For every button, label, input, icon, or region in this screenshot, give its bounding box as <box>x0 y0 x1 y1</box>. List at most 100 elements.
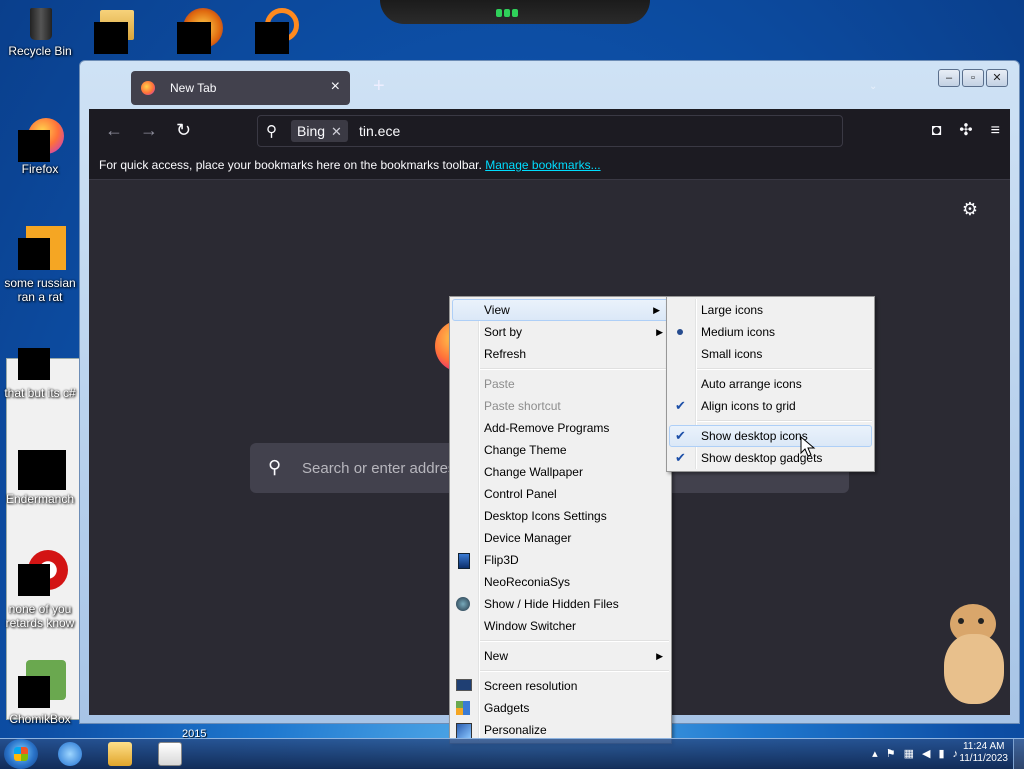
submenu-item-show-desktop-gadgets[interactable]: ✔ Show desktop gadgets <box>667 447 874 469</box>
desktop-icon-some-russian-ran-a-rat[interactable]: some russian ran a rat <box>0 226 80 304</box>
tab-new-tab[interactable]: New Tab × <box>131 71 350 105</box>
toolbar-icons: ◘ ✣ ≡ <box>914 120 1000 140</box>
list-tabs-chevron-icon[interactable]: ⌄ <box>869 81 877 92</box>
menu-item-label: Device Manager <box>484 531 572 545</box>
folder-icon <box>94 8 134 54</box>
menu-item-change-wallpaper[interactable]: Change Wallpaper <box>450 461 671 483</box>
volume-icon[interactable]: ♪ <box>953 748 959 760</box>
internet-explorer-icon[interactable] <box>58 742 82 766</box>
desktop-icon-label: that but its c# <box>4 386 76 400</box>
search-engine-chip[interactable]: Bing ✕ <box>291 120 348 142</box>
menu-item-control-panel[interactable]: Control Panel <box>450 483 671 505</box>
menu-icon[interactable]: ≡ <box>991 122 1000 139</box>
menu-item-label: Flip3D <box>484 553 519 567</box>
menu-item-device-manager[interactable]: Device Manager <box>450 527 671 549</box>
menu-item-label: Change Wallpaper <box>484 465 583 479</box>
menu-item-add-remove-programs[interactable]: Add-Remove Programs <box>450 417 671 439</box>
menu-item-label: Add-Remove Programs <box>484 421 610 435</box>
submenu-item-medium-icons[interactable]: Medium icons <box>667 321 874 343</box>
submenu-item-auto-arrange[interactable]: Auto arrange icons <box>667 373 874 395</box>
personalize-icon <box>456 723 472 739</box>
menu-item-label: Auto arrange icons <box>701 377 802 391</box>
manage-bookmarks-link[interactable]: Manage bookmarks... <box>485 158 600 172</box>
tab-close-icon[interactable]: × <box>331 78 340 96</box>
start-button[interactable] <box>4 739 38 769</box>
submenu-arrow-icon: ▶ <box>656 651 663 661</box>
nav-toolbar: ← → ↻ ⚲ Bing ✕ tin.ece ◘ ✣ ≡ <box>89 109 1010 151</box>
pocket-icon[interactable]: ◘ <box>932 122 942 139</box>
flag-icon[interactable]: ⚑ <box>886 748 896 760</box>
desktop-icon-that-but-its-csharp[interactable]: that but its c# <box>0 342 80 400</box>
menu-item-screen-resolution[interactable]: Screen resolution <box>450 675 671 697</box>
network-icon[interactable]: ▦ <box>904 748 914 760</box>
submenu-item-small-icons[interactable]: Small icons <box>667 343 874 365</box>
menu-item-sort-by[interactable]: Sort by ▶ <box>450 321 671 343</box>
view-submenu: Large icons Medium icons Small icons Aut… <box>666 296 875 472</box>
tray-overflow-icon[interactable]: ▴ <box>872 748 878 760</box>
back-arrow-icon[interactable]: ← <box>105 120 123 141</box>
gear-icon[interactable]: ⚙ <box>962 199 978 220</box>
bookmarks-message-text: For quick access, place your bookmarks h… <box>99 158 482 172</box>
menu-item-gadgets[interactable]: Gadgets <box>450 697 671 719</box>
menu-item-view[interactable]: View ▶ <box>452 299 669 321</box>
menu-item-label: Refresh <box>484 347 527 361</box>
menu-item-label: Medium icons <box>701 325 776 339</box>
recycle-bin-icon <box>22 6 58 42</box>
file-explorer-icon[interactable] <box>108 742 132 766</box>
desktop-icon-recycle-bin[interactable]: Recycle Bin <box>0 6 80 58</box>
search-engine-label: Bing <box>297 123 326 139</box>
clock[interactable]: 11:24 AM 11/11/2023 <box>959 741 1008 765</box>
desktop-icon-firefox[interactable]: Firefox <box>0 118 80 176</box>
menu-item-label: Paste <box>484 377 515 391</box>
desktop-icon-label: Endermanch <box>5 492 75 506</box>
forward-arrow-icon[interactable]: → <box>140 120 158 141</box>
extensions-icon[interactable]: ✣ <box>959 122 972 139</box>
desktop-icon-label: Recycle Bin <box>8 44 72 58</box>
submenu-item-align-to-grid[interactable]: ✔ Align icons to grid <box>667 395 874 417</box>
minimize-button[interactable]: – <box>938 69 960 87</box>
remove-engine-icon[interactable]: ✕ <box>331 124 342 139</box>
desktop-icon-folder[interactable] <box>92 8 134 54</box>
maximize-button[interactable]: ▫ <box>962 69 984 87</box>
bookmarks-toolbar: For quick access, place your bookmarks h… <box>89 151 1010 180</box>
url-bar[interactable]: ⚲ Bing ✕ tin.ece <box>257 115 843 147</box>
app-icon <box>18 550 68 596</box>
speaker-icon[interactable]: ◀ <box>922 748 930 760</box>
menu-item-window-switcher[interactable]: Window Switcher <box>450 615 671 637</box>
gadgets-icon <box>456 701 470 715</box>
new-tab-button[interactable]: + <box>373 75 385 98</box>
desktop-icon-chomikbox[interactable]: ChomikBox <box>0 660 80 726</box>
desktop-icon-label: some russian ran a rat <box>4 276 76 304</box>
close-button[interactable]: ✕ <box>986 69 1008 87</box>
menu-item-refresh[interactable]: Refresh <box>450 343 671 365</box>
url-input[interactable]: tin.ece <box>359 123 400 139</box>
menu-item-label: NeoReconiaSys <box>484 575 571 589</box>
desktop-icon-app-3[interactable] <box>248 8 299 54</box>
menu-item-desktop-icons-settings[interactable]: Desktop Icons Settings <box>450 505 671 527</box>
desktop-icon-endermanch[interactable]: Endermanch <box>0 450 80 506</box>
media-player-icon[interactable] <box>158 742 182 766</box>
submenu-arrow-icon: ▶ <box>653 305 660 315</box>
checkmark-icon: ✔ <box>675 398 686 413</box>
menu-item-flip3d[interactable]: Flip3D <box>450 549 671 571</box>
power-icon[interactable]: ▮ <box>938 748 944 760</box>
menu-item-label: New <box>484 649 509 663</box>
search-placeholder: Search or enter addres <box>302 460 456 477</box>
desktop-icon-label: Firefox <box>21 162 59 176</box>
menu-item-show-hide-hidden-files[interactable]: Show / Hide Hidden Files <box>450 593 671 615</box>
menu-item-neoreconiasys[interactable]: NeoReconiaSys <box>450 571 671 593</box>
desktop-icon-app-2[interactable] <box>170 8 223 54</box>
desktop-icon-none-of-you[interactable]: none of you retards know <box>0 550 80 630</box>
globe-icon <box>456 597 470 611</box>
menu-item-label: Show / Hide Hidden Files <box>484 597 619 611</box>
chomikbox-icon <box>18 660 66 708</box>
submenu-item-large-icons[interactable]: Large icons <box>667 299 874 321</box>
submenu-item-show-desktop-icons[interactable]: ✔ Show desktop icons <box>669 425 872 447</box>
show-desktop-button[interactable] <box>1013 739 1024 769</box>
window-controls: – ▫ ✕ <box>936 69 1008 87</box>
reload-icon[interactable]: ↻ <box>176 120 191 141</box>
clock-time: 11:24 AM <box>962 741 1005 752</box>
desktop-icon-label: ChomikBox <box>9 712 71 726</box>
menu-item-change-theme[interactable]: Change Theme <box>450 439 671 461</box>
menu-item-new[interactable]: New ▶ <box>450 645 671 667</box>
